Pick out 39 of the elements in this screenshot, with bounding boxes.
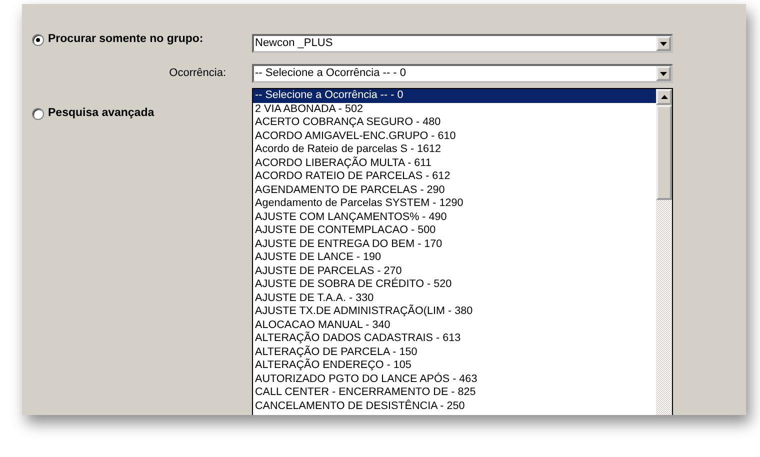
list-option[interactable]: CANCELAMENTO DE DESISTÊNCIA - 250	[253, 400, 656, 413]
list-option[interactable]: 2 VIA ABONADA - 502	[253, 102, 656, 116]
dropdown-arrow-button[interactable]	[656, 36, 671, 51]
list-option[interactable]: AJUSTE DE ENTREGA DO BEM - 170	[253, 238, 656, 251]
list-option[interactable]: -- Selecione a Ocorrência -- - 0	[253, 89, 656, 102]
list-option[interactable]: Acordo de Rateio de parcelas S - 1612	[253, 143, 656, 156]
group-select[interactable]: Newcon _PLUS	[252, 34, 673, 53]
radio-button[interactable]	[32, 108, 44, 120]
dropdown-arrow-button[interactable]	[656, 66, 671, 81]
scroll-up-button[interactable]	[656, 89, 672, 105]
list-option[interactable]: AJUSTE COM LANÇAMENTOS% - 490	[253, 210, 656, 224]
list-option[interactable]: ALOCACAO MANUAL - 340	[253, 318, 656, 332]
radio-option[interactable]: Procurar somente no grupo:	[32, 31, 204, 48]
list-option[interactable]: ALTERAÇÃO DADOS CADASTRAIS - 613	[253, 332, 656, 346]
list-option[interactable]: CALL CENTER - ENCERRAMENTO DE - 825	[253, 386, 656, 400]
radio-button[interactable]	[32, 34, 44, 46]
scroll-thumb[interactable]	[656, 105, 672, 200]
down-arrow-icon	[660, 42, 667, 46]
list-option[interactable]: ALTERAÇÃO DE PARCELA - 150	[253, 346, 656, 359]
list-option[interactable]: ACORDO LIBERAÇÃO MULTA - 611	[253, 156, 656, 170]
list-option[interactable]: AJUSTE DE PARCELAS - 270	[253, 264, 656, 278]
list-option[interactable]: Agendamento de Parcelas SYSTEM - 1290	[253, 197, 656, 210]
list-option[interactable]: ACORDO AMIGAVEL-ENC.GRUPO - 610	[253, 130, 656, 143]
occurrence-label: Ocorrência:	[168, 66, 227, 82]
list-option[interactable]: AUTORIZADO PGTO DO LANCE APÓS - 463	[253, 372, 656, 386]
list-option[interactable]: AGENDAMENTO DE PARCELAS - 290	[253, 184, 656, 197]
list-option[interactable]: AJUSTE DE CONTEMPLACAO - 500	[253, 224, 656, 238]
scrollbar[interactable]	[656, 89, 672, 415]
list-option[interactable]: AJUSTE TX.DE ADMINISTRAÇÃO(LIM - 380	[253, 305, 656, 318]
list-option[interactable]: ACORDO RATEIO DE PARCELAS - 612	[253, 170, 656, 184]
list-option[interactable]: ACERTO COBRANÇA SEGURO - 480	[253, 116, 656, 130]
radio-option[interactable]: Pesquisa avançada	[32, 105, 154, 122]
down-arrow-icon	[660, 72, 667, 76]
list-option[interactable]: AJUSTE DE T.A.A. - 330	[253, 292, 656, 305]
list-option[interactable]: AJUSTE DE LANCE - 190	[253, 251, 656, 264]
list-option[interactable]: ALTERAÇÃO ENDEREÇO - 105	[253, 359, 656, 372]
occurrence-select[interactable]: -- Selecione a Ocorrência -- - 0	[252, 64, 673, 83]
list-option[interactable]: AJUSTE DE SOBRA DE CRÉDITO - 520	[253, 278, 656, 292]
up-arrow-icon	[660, 95, 668, 99]
